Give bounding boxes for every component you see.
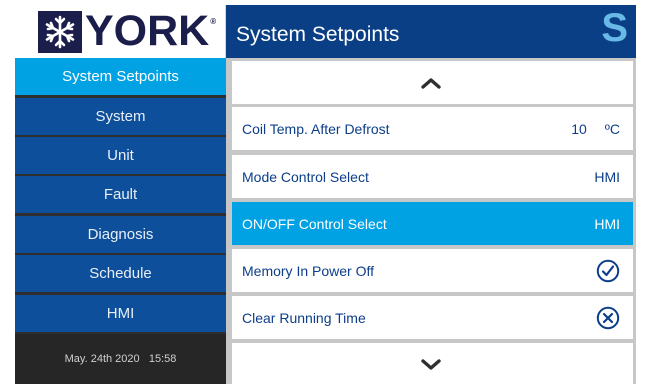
chevron-up-icon xyxy=(421,77,441,89)
setting-value: 10 ºC xyxy=(571,121,620,137)
settings-panel: Coil Temp. After Defrost 10 ºC Mode Contr… xyxy=(226,58,636,386)
sidebar-item-system-setpoints[interactable]: System Setpoints xyxy=(15,58,226,95)
sidebar: System Setpoints System Unit Fault Diagn… xyxy=(15,58,226,384)
sidebar-item-label: System xyxy=(95,108,146,125)
sidebar-item-label: Unit xyxy=(107,147,134,164)
datetime-display: May. 24th 2020 15:58 xyxy=(15,334,226,384)
setting-row-mode-control[interactable]: Mode Control Select HMI xyxy=(232,155,633,198)
scroll-up-button[interactable] xyxy=(232,61,633,104)
sidebar-item-label: Diagnosis xyxy=(87,226,154,243)
registered-mark: ® xyxy=(210,17,217,26)
setting-value: HMI xyxy=(594,215,620,232)
setting-label: Coil Temp. After Defrost xyxy=(242,120,390,137)
page-title: System Setpoints xyxy=(236,22,400,46)
sidebar-item-unit[interactable]: Unit xyxy=(15,137,226,174)
page-header: System Setpoints S xyxy=(226,5,636,58)
setting-row-onoff-control[interactable]: ON/OFF Control Select HMI xyxy=(232,202,633,245)
sidebar-item-schedule[interactable]: Schedule xyxy=(15,255,226,292)
sidebar-item-fault[interactable]: Fault xyxy=(15,176,226,213)
setting-row-coil-temp[interactable]: Coil Temp. After Defrost 10 ºC xyxy=(232,107,633,150)
scroll-down-button[interactable] xyxy=(232,343,633,386)
setting-label: Clear Running Time xyxy=(242,309,366,326)
york-logo: YORK ® xyxy=(15,5,226,58)
chevron-down-icon xyxy=(421,358,441,370)
check-circle-icon[interactable] xyxy=(596,259,620,283)
setting-value: HMI xyxy=(594,168,620,185)
snowflake-icon xyxy=(38,10,82,53)
coil-temp-value: 10 xyxy=(571,120,587,137)
setting-label: Mode Control Select xyxy=(242,168,369,185)
sidebar-item-label: System Setpoints xyxy=(62,68,179,85)
x-circle-icon[interactable] xyxy=(596,306,620,330)
sidebar-item-system[interactable]: System xyxy=(15,98,226,135)
setting-row-clear-running-time[interactable]: Clear Running Time xyxy=(232,296,633,339)
setting-row-memory-power-off[interactable]: Memory In Power Off xyxy=(232,249,633,292)
temperature-unit: ºC xyxy=(604,120,620,137)
sidebar-item-label: HMI xyxy=(106,305,135,322)
setting-label: ON/OFF Control Select xyxy=(242,215,387,232)
sidebar-item-label: Schedule xyxy=(89,265,152,282)
setting-label: Memory In Power Off xyxy=(242,262,375,279)
brand-name: YORK xyxy=(85,7,210,55)
s-badge: S xyxy=(601,6,628,50)
sidebar-item-label: Fault xyxy=(103,186,138,203)
hmi-screen: YORK ® System Setpoints S System Setpoin… xyxy=(0,0,649,388)
sidebar-item-hmi[interactable]: HMI xyxy=(15,295,226,332)
sidebar-item-diagnosis[interactable]: Diagnosis xyxy=(15,216,226,253)
datetime-text: May. 24th 2020 15:58 xyxy=(64,353,177,365)
